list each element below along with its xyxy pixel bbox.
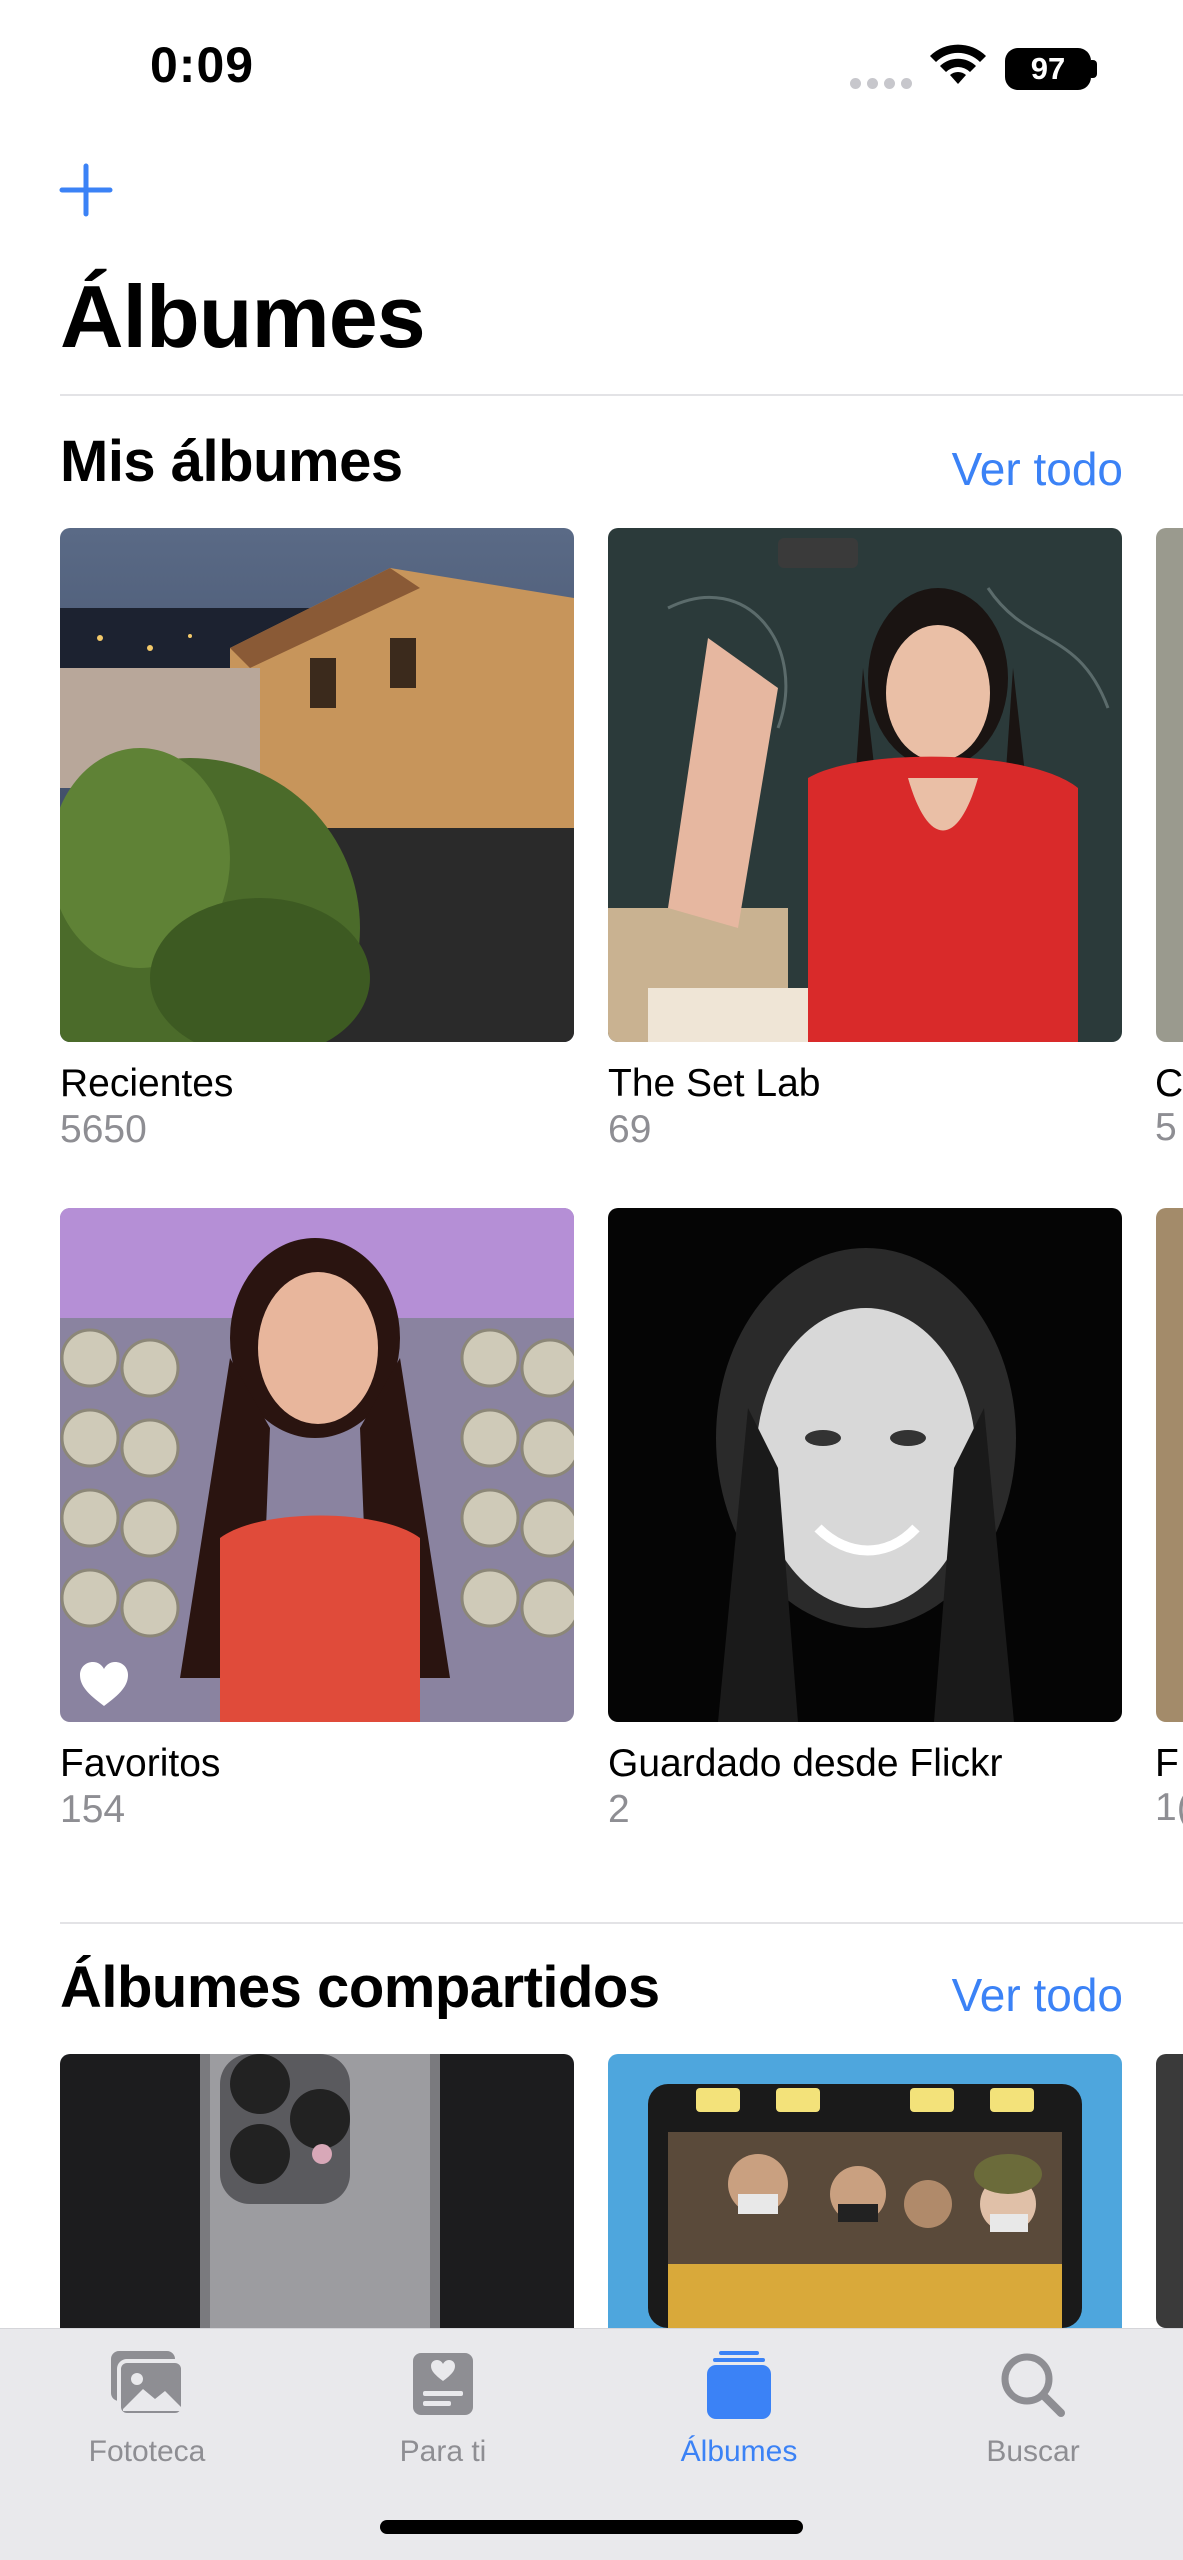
album-name: Favoritos: [60, 1742, 221, 1785]
favorite-heart-icon: [80, 1662, 128, 1706]
album-count-peek: 1(: [1155, 1786, 1183, 1829]
shared-album-2[interactable]: [608, 2054, 1122, 2328]
shared-albums-title: Álbumes compartidos: [60, 1955, 660, 2020]
album-count: 69: [608, 1108, 652, 1151]
status-time: 0:09: [150, 37, 255, 93]
album-thumbnail-peek[interactable]: [1156, 1208, 1183, 1722]
status-bar: 0:09 97: [0, 0, 1183, 130]
shared-albums-see-all-link[interactable]: Ver todo: [952, 1968, 1123, 2022]
album-count: 2: [608, 1788, 630, 1831]
album-thumbnail-peek[interactable]: [1156, 528, 1183, 1042]
tab-label: Fototeca: [88, 2435, 206, 2468]
album-name-peek: C: [1155, 1062, 1183, 1105]
tab-albumes[interactable]: Álbumes: [639, 2349, 839, 2469]
cellular-signal-icon: [850, 78, 912, 89]
album-the-set-lab[interactable]: The Set Lab 69: [608, 528, 1122, 1152]
album-thumbnail: [608, 528, 1122, 1042]
home-indicator[interactable]: [380, 2520, 803, 2534]
album-guardado-desde-flickr[interactable]: Guardado desde Flickr 2: [608, 1208, 1122, 1832]
tab-para-ti[interactable]: Para ti: [343, 2349, 543, 2469]
albums-icon: [707, 2351, 771, 2419]
divider: [60, 1922, 1183, 1924]
page-title: Álbumes: [60, 267, 426, 366]
album-name: The Set Lab: [608, 1062, 821, 1105]
battery-tip: [1091, 60, 1097, 78]
my-albums-see-all-link[interactable]: Ver todo: [952, 442, 1123, 496]
album-favoritos[interactable]: Favoritos 154: [60, 1208, 574, 1832]
photo-library-icon: [111, 2351, 185, 2417]
album-count-peek: 5: [1155, 1106, 1177, 1149]
album-recientes[interactable]: Recientes 5650: [60, 528, 574, 1152]
tab-label: Para ti: [399, 2435, 487, 2468]
battery-icon: 97: [1005, 48, 1091, 90]
album-thumbnail: [608, 1208, 1122, 1722]
add-album-button[interactable]: [56, 160, 116, 220]
album-name: Recientes: [60, 1062, 234, 1105]
wifi-icon: [930, 44, 986, 84]
album-thumbnail: [60, 2054, 574, 2328]
album-count: 154: [60, 1788, 126, 1831]
tab-label: Buscar: [986, 2435, 1080, 2468]
album-thumbnail: [608, 2054, 1122, 2328]
tab-buscar[interactable]: Buscar: [933, 2349, 1133, 2469]
divider: [60, 394, 1183, 396]
album-name: Guardado desde Flickr: [608, 1742, 1003, 1785]
my-albums-title: Mis álbumes: [60, 429, 403, 494]
shared-album-1[interactable]: [60, 2054, 574, 2328]
tab-label: Álbumes: [680, 2435, 798, 2468]
tab-fototeca[interactable]: Fototeca: [47, 2349, 247, 2469]
for-you-icon: [413, 2353, 473, 2415]
album-thumbnail-peek[interactable]: [1156, 2054, 1183, 2328]
album-thumbnail: [60, 528, 574, 1042]
album-name-peek: F: [1155, 1742, 1179, 1785]
album-count: 5650: [60, 1108, 147, 1151]
search-icon: [1001, 2353, 1065, 2417]
album-thumbnail: [60, 1208, 574, 1722]
